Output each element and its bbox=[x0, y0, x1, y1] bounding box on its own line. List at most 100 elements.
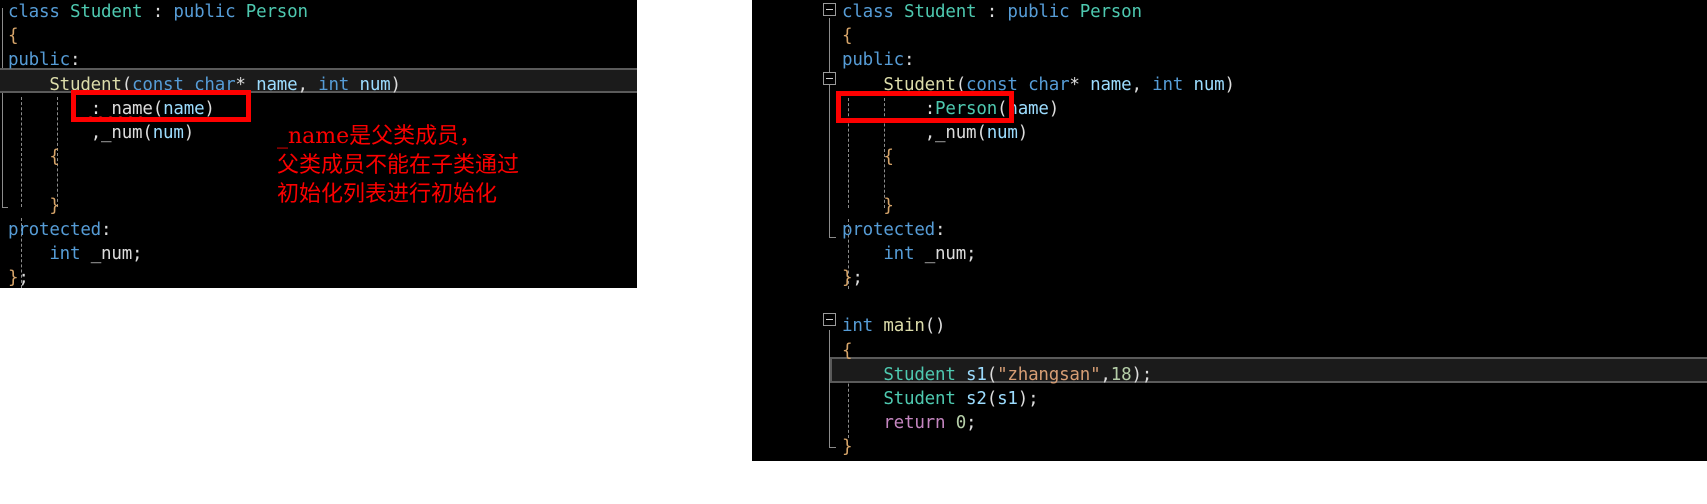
code-token: ; bbox=[852, 268, 863, 289]
code-line[interactable] bbox=[752, 290, 1707, 314]
code-line[interactable]: public: bbox=[0, 48, 637, 72]
code-token: , bbox=[1100, 364, 1111, 385]
code-line[interactable]: return 0; bbox=[752, 411, 1707, 435]
code-line[interactable]: Student s1("zhangsan",18); bbox=[752, 363, 1707, 387]
code-line[interactable]: public: bbox=[752, 48, 1707, 72]
code-token: Person bbox=[1079, 2, 1142, 22]
screenshot-root: { "colors": { "background": "#000000", "… bbox=[0, 0, 1707, 504]
left-code-editor-panel[interactable]: class Student : public Person{public: St… bbox=[0, 0, 637, 288]
code-line[interactable]: int _num; bbox=[0, 242, 637, 266]
code-token: ( bbox=[121, 74, 133, 95]
code-token: _num bbox=[924, 243, 967, 264]
code-token: ) bbox=[1017, 122, 1029, 143]
code-token: } bbox=[883, 195, 894, 216]
code-token: int bbox=[883, 243, 915, 264]
code-line[interactable]: { bbox=[0, 24, 637, 48]
code-token: Student bbox=[904, 2, 977, 22]
code-token: num bbox=[986, 122, 1018, 143]
code-token: public bbox=[8, 50, 71, 71]
code-token: ; bbox=[132, 243, 143, 264]
code-token: num bbox=[152, 122, 184, 143]
code-token: int bbox=[1152, 74, 1184, 95]
code-line[interactable] bbox=[752, 169, 1707, 193]
code-token: Person bbox=[935, 98, 998, 119]
code-token: : bbox=[70, 50, 81, 71]
code-line[interactable]: int main() bbox=[752, 314, 1707, 338]
code-line[interactable]: { bbox=[752, 24, 1707, 48]
code-line[interactable]: { bbox=[752, 145, 1707, 169]
code-token: ( bbox=[976, 122, 987, 143]
code-token: int bbox=[49, 243, 81, 264]
code-token: protected bbox=[8, 219, 102, 240]
code-line[interactable]: int _num; bbox=[752, 242, 1707, 266]
code-token: } bbox=[842, 437, 853, 458]
code-token: public bbox=[173, 2, 236, 22]
code-token: , bbox=[90, 122, 102, 143]
code-line[interactable]: ,_num(num) bbox=[752, 121, 1707, 145]
code-token: int bbox=[318, 74, 350, 95]
code-line[interactable]: Student(const char* name, int num) bbox=[0, 73, 637, 97]
code-line[interactable]: } bbox=[752, 435, 1707, 459]
code-token: () bbox=[924, 316, 946, 337]
code-token: * bbox=[235, 74, 246, 95]
code-token: Student bbox=[49, 74, 122, 95]
code-token: : bbox=[904, 50, 915, 71]
code-token: { bbox=[883, 147, 894, 168]
code-token: return bbox=[883, 413, 946, 434]
code-token: Student bbox=[883, 74, 956, 95]
code-token: * bbox=[1069, 74, 1080, 95]
code-line[interactable]: class Student : public Person bbox=[752, 0, 1707, 24]
code-token: name bbox=[163, 98, 205, 119]
code-line[interactable]: protected: bbox=[0, 218, 637, 242]
right-code-editor-panel[interactable]: class Student : public Person{public: St… bbox=[752, 0, 1707, 461]
code-token: class bbox=[8, 2, 60, 22]
code-token: ; bbox=[966, 413, 977, 434]
code-token: ; bbox=[1028, 389, 1039, 409]
code-token: } bbox=[49, 195, 60, 216]
code-line[interactable]: protected: bbox=[752, 218, 1707, 242]
code-token: : bbox=[935, 219, 946, 240]
code-token: { bbox=[842, 26, 853, 47]
code-line[interactable]: } bbox=[752, 194, 1707, 218]
code-line[interactable]: }; bbox=[752, 266, 1707, 290]
code-token: "zhangsan" bbox=[997, 364, 1101, 385]
code-line[interactable]: { bbox=[752, 339, 1707, 363]
code-token: ) bbox=[204, 98, 215, 119]
code-line[interactable]: class Student : public Person bbox=[0, 0, 637, 24]
code-token: public bbox=[1007, 2, 1070, 22]
code-token: const bbox=[966, 74, 1018, 95]
code-token: Student bbox=[70, 2, 143, 22]
error-squiggle-underline bbox=[88, 116, 144, 121]
code-token: ) bbox=[183, 122, 195, 143]
code-token: s1 bbox=[966, 364, 987, 385]
code-token: { bbox=[842, 340, 853, 361]
code-token: int bbox=[842, 316, 874, 337]
code-token: public bbox=[842, 50, 905, 71]
code-token: , bbox=[1131, 74, 1142, 95]
code-line[interactable]: }; bbox=[0, 266, 637, 288]
code-line[interactable]: :Person(name) bbox=[752, 97, 1707, 121]
code-token: s1 bbox=[997, 389, 1018, 409]
code-token: ) bbox=[1224, 74, 1236, 95]
code-line[interactable]: Student(const char* name, int num) bbox=[752, 73, 1707, 97]
right-code-body[interactable]: class Student : public Person{public: St… bbox=[752, 0, 1707, 460]
code-token: { bbox=[49, 147, 60, 168]
code-token: 0 bbox=[955, 413, 967, 434]
code-line[interactable]: Student s2(s1); bbox=[752, 387, 1707, 411]
code-token: class bbox=[842, 2, 894, 22]
